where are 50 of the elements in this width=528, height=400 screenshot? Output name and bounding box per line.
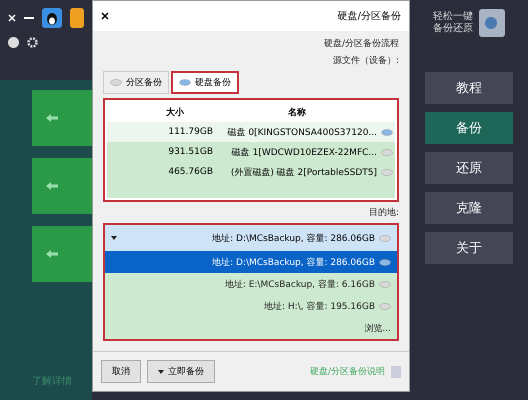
drive-icon [379, 234, 391, 242]
document-icon [391, 366, 401, 378]
arrow-left-icon [46, 182, 58, 190]
source-label: 源文件（设备）: [332, 54, 399, 67]
nav-button[interactable]: 备份 [425, 112, 513, 144]
target-dropdown[interactable]: 地址: D:\MCsBackup, 容量: 286.06GB [105, 225, 397, 251]
arrow-left-icon [46, 250, 58, 258]
disk-row[interactable]: 465.76GB (外置磁盘) 磁盘 2[PortableSSDT5] [107, 162, 395, 182]
drive-icon [110, 79, 122, 86]
cancel-button[interactable]: 取消 [101, 360, 141, 383]
drive-icon [381, 128, 393, 136]
disk-row[interactable]: 111.79GB 磁盘 0[KINGSTONSA400S37120... [107, 122, 395, 142]
app-icon[interactable] [70, 8, 84, 28]
drive-icon [381, 148, 393, 156]
logo-text: 轻松一键 备份还原 [433, 11, 473, 35]
dialog-heading: 硬盘/分区备份流程 [324, 38, 399, 50]
dialog-title: 硬盘/分区备份 [338, 10, 401, 23]
size-cell-text: 465.76GB [167, 167, 214, 177]
browse-option[interactable]: 浏览... [105, 317, 397, 339]
settings-icon[interactable] [27, 36, 38, 48]
help-icon[interactable] [8, 36, 19, 48]
dropdown-option[interactable]: 地址: H:\, 容量: 195.16GB [105, 295, 397, 317]
drive-icon [379, 302, 391, 310]
name-cell-text: (外置磁盘) 磁盘 2[PortableSSDT5] [230, 166, 378, 178]
name-cell-text: 磁盘 1[WDCWD10EZEX-22MFC... [230, 146, 378, 158]
column-header: 名称 [287, 106, 307, 118]
drive-icon [179, 79, 191, 86]
drive-icon [379, 280, 391, 288]
nav-button[interactable]: 教程 [425, 72, 513, 104]
tab[interactable]: 硬盘备份 [171, 71, 239, 94]
disk-row[interactable]: 931.51GB 磁盘 1[WDCWD10EZEX-22MFC... [107, 142, 395, 162]
caret-icon [111, 236, 117, 240]
nav-button[interactable]: 还原 [425, 152, 513, 184]
caret-icon [158, 370, 164, 374]
arrow-left-icon [46, 114, 58, 122]
tab[interactable]: 分区备份 [103, 71, 169, 94]
penguin-icon[interactable] [42, 8, 62, 28]
backup-button[interactable]: 立即备份 [147, 360, 215, 383]
name-cell-text: 磁盘 0[KINGSTONSA400S37120... [226, 126, 378, 138]
size-cell-text: 931.51GB [167, 147, 214, 157]
dropdown-option[interactable]: 地址: D:\MCsBackup, 容量: 286.06GB [105, 251, 397, 273]
nav-button[interactable]: 关于 [425, 232, 513, 264]
dropdown-option[interactable]: 地址: E:\MCsBackup, 容量: 6.16GB [105, 273, 397, 295]
column-header: 大小 [164, 106, 185, 118]
target-label: 目的地: [368, 206, 399, 219]
close-icon[interactable] [101, 12, 109, 20]
drive-icon [381, 168, 393, 176]
drive-icon [379, 258, 391, 266]
nav-button[interactable]: 克隆 [425, 192, 513, 224]
size-cell-text: 111.79GB [167, 127, 214, 137]
